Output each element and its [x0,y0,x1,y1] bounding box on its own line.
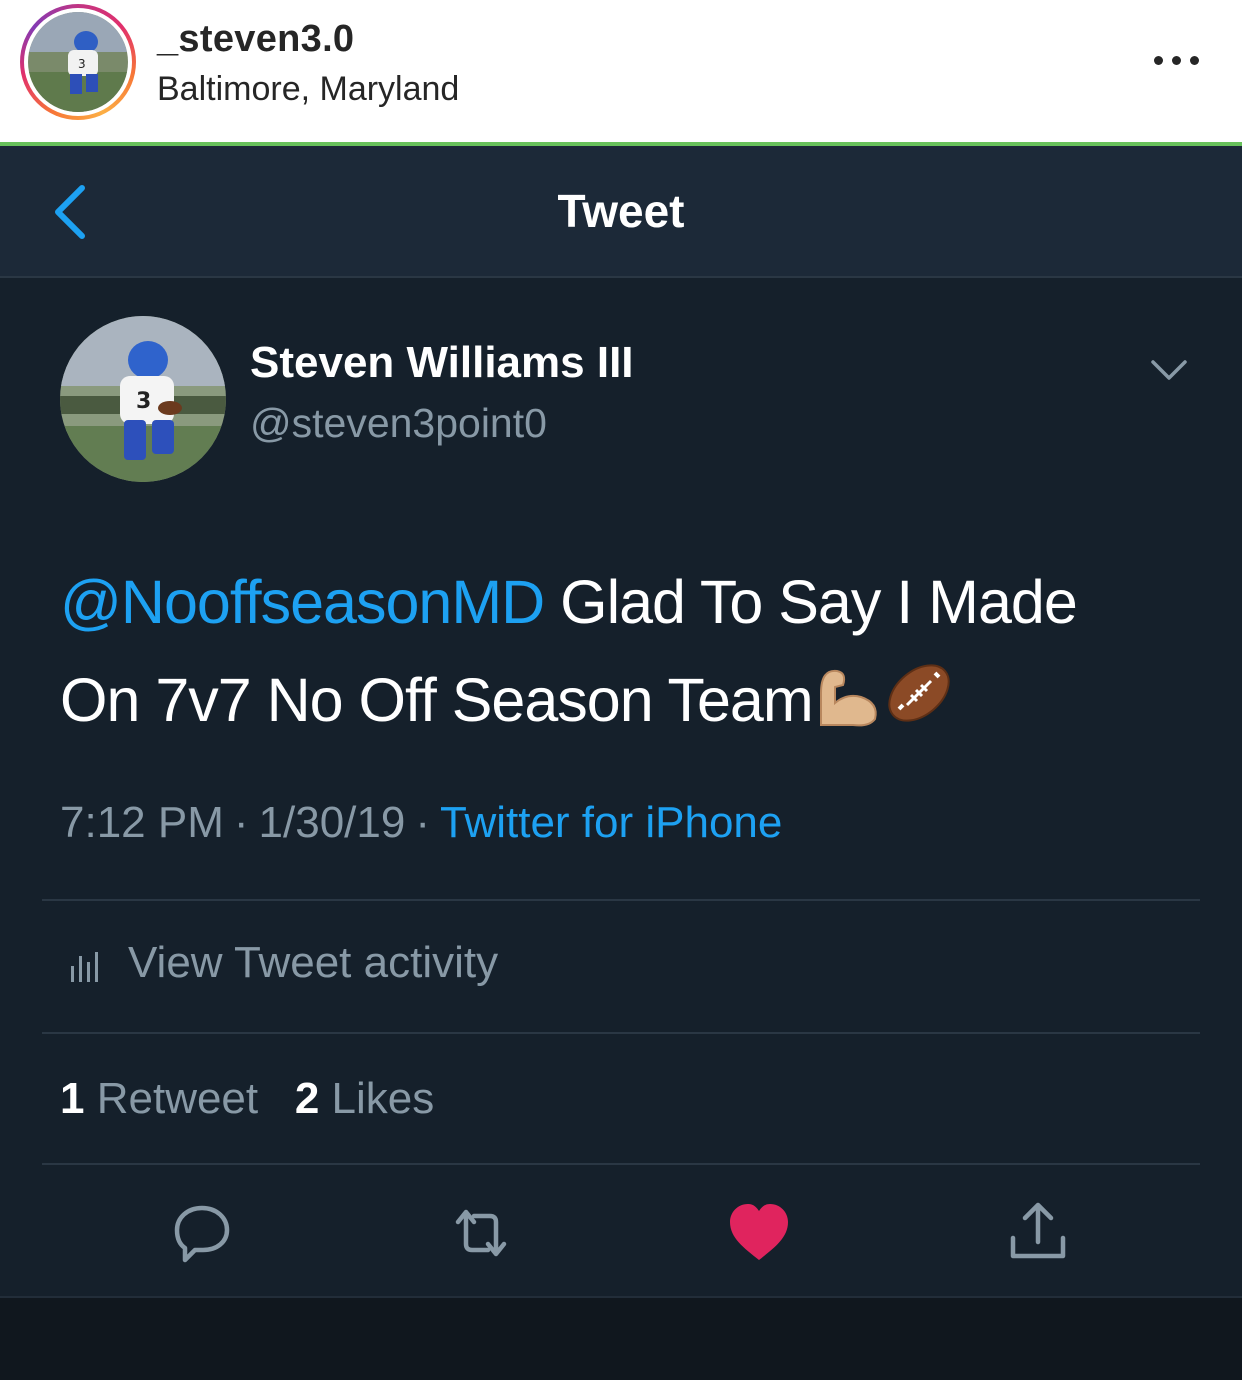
heart-icon [730,1204,788,1260]
instagram-username[interactable]: _steven3.0 [157,18,354,61]
likes-stat[interactable]: 2 Likes [295,1074,434,1123]
retweet-count: 1 [60,1074,85,1123]
bar-chart-icon [71,952,98,982]
tweet-actions [0,1198,1242,1268]
avatar-gap: 3 [24,8,132,116]
divider [42,1163,1200,1165]
retweet-button[interactable] [446,1198,516,1268]
retweet-icon [455,1209,507,1257]
football-player-photo-icon: 3 [28,12,128,112]
page-title: Tweet [557,185,685,237]
reply-button[interactable] [167,1198,237,1268]
meta-separator: · [233,798,249,847]
tweet-nav-bar: Tweet [0,146,1242,278]
chevron-down-icon[interactable] [1150,358,1188,384]
tweet-text-part: On 7v7 No Off Season Team [60,666,814,734]
tweet-text-part: Glad To Say I Made [544,568,1078,636]
mention-link[interactable]: @NooffseasonMD [60,568,545,636]
more-options-icon[interactable] [1152,48,1202,72]
like-button[interactable] [724,1198,794,1268]
tweet-date: 1/30/19 [258,798,406,847]
bottom-bar [0,1296,1242,1380]
divider [42,1032,1200,1034]
tweet-source-link[interactable]: Twitter for iPhone [440,798,782,847]
like-label: Likes [331,1074,435,1123]
share-button[interactable] [1003,1198,1073,1268]
divider [42,899,1200,901]
meta-separator: · [415,798,430,847]
tweet-stats: 1 Retweet 2 Likes [60,1074,434,1124]
activity-label: View Tweet activity [128,938,499,987]
author-display-name[interactable]: Steven Williams III [250,338,634,388]
tweet-meta: 7:12 PM · 1/30/19 · Twitter for iPhone [60,798,782,848]
story-ring[interactable]: 3 [20,4,136,120]
author-avatar[interactable]: 3 [60,316,226,482]
football-player-photo-icon: 3 [60,316,226,482]
instagram-location[interactable]: Baltimore, Maryland [157,70,459,109]
tweet-text: @NooffseasonMD Glad To Say I Made On 7v7… [60,553,1190,757]
tweet-text-line-1: @NooffseasonMD Glad To Say I Made [60,553,1190,651]
share-icon [1010,1202,1066,1259]
svg-text:3: 3 [136,389,151,414]
reply-icon [174,1205,230,1263]
tweet-time: 7:12 PM [60,798,224,847]
like-count: 2 [294,1074,320,1123]
retweet-label: Retweet [96,1074,259,1123]
retweets-stat[interactable]: 1 Retweet [60,1074,258,1123]
instagram-avatar[interactable]: 3 [28,12,128,112]
instagram-post-header: 3 _steven3.0 Baltimore, Maryland [0,0,1242,143]
flexed-biceps-emoji-icon [813,659,883,757]
tweet-text-line-2: On 7v7 No Off Season Team [60,651,1190,757]
author-handle[interactable]: @steven3point0 [250,400,547,447]
american-football-emoji-icon [883,657,955,757]
tweet-detail: 3 Steven Williams III @steven3point0 @No… [0,278,1242,1296]
svg-text:3: 3 [78,57,86,71]
